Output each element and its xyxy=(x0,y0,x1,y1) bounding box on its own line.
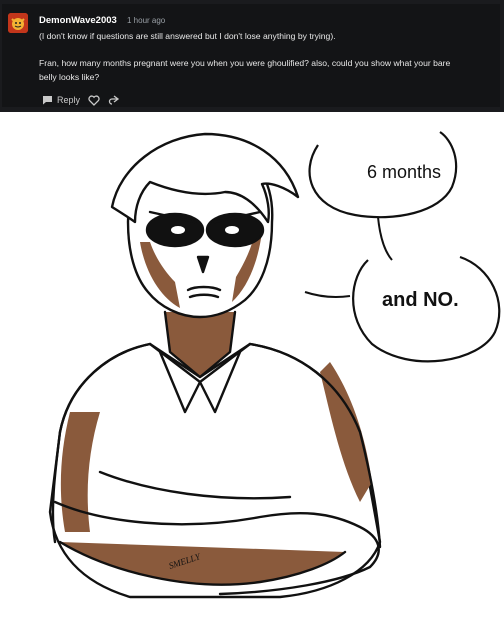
comment-text-line-1: (I don't know if questions are still ans… xyxy=(39,31,336,41)
ghoul-character xyxy=(48,132,382,599)
heart-icon xyxy=(88,94,100,106)
bubble-tail xyxy=(304,291,351,298)
share-button[interactable] xyxy=(108,94,120,106)
reply-button[interactable]: Reply xyxy=(42,95,80,105)
comment-body: DemonWave2003 1 hour ago (I don't know i… xyxy=(2,4,500,107)
comment-timestamp: 1 hour ago xyxy=(127,16,166,25)
comment-username[interactable]: DemonWave2003 xyxy=(39,15,117,26)
comment-card: DemonWave2003 1 hour ago (I don't know i… xyxy=(0,0,504,112)
reply-label: Reply xyxy=(57,95,81,105)
bubble-text-1: 6 months xyxy=(367,162,441,182)
comment-text-line-3: belly looks like? xyxy=(39,72,100,82)
comment-actions: Reply xyxy=(42,93,120,107)
like-button[interactable] xyxy=(88,94,100,106)
user-avatar[interactable] xyxy=(8,13,28,33)
bubble-text-2: and NO. xyxy=(382,289,459,311)
comic-illustration: 6 months and NO. SMELLY xyxy=(48,131,501,599)
share-icon xyxy=(108,94,120,105)
comment-text-line-2: Fran, how many months pregnant were you … xyxy=(39,58,451,68)
avatar-demon-icon xyxy=(8,13,28,33)
bubble-connector xyxy=(377,216,393,261)
reply-icon xyxy=(43,96,52,105)
